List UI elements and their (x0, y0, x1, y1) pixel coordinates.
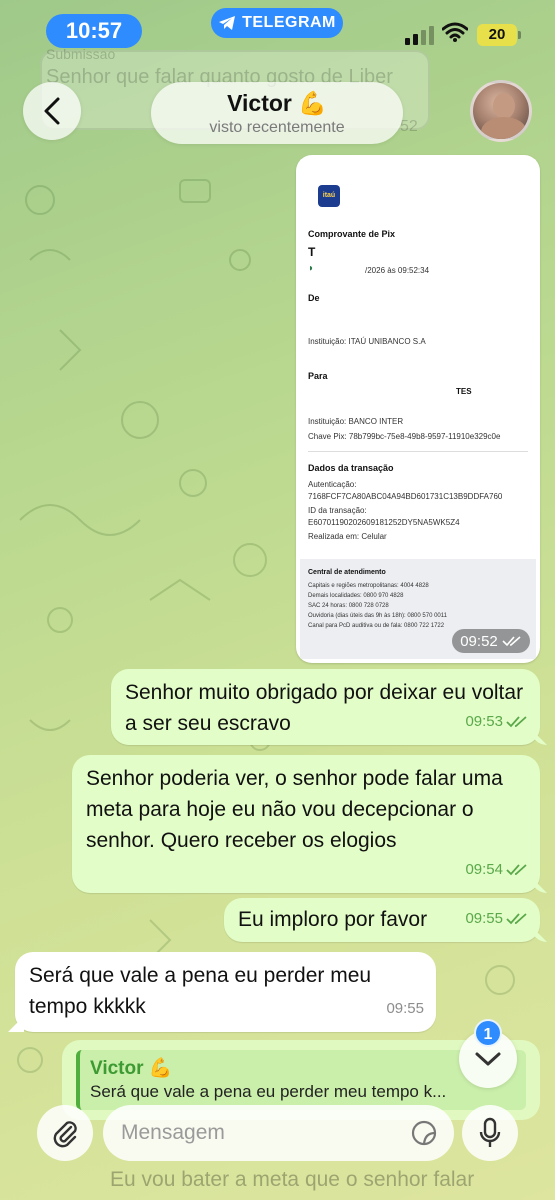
avatar-head (493, 93, 515, 119)
receipt-image-message[interactable]: itaú Comprovante de Pix T /2026 às 09:52… (296, 155, 540, 663)
signal-icon (405, 26, 434, 45)
receipt-to-name: TES (456, 387, 472, 396)
message-time: 09:53 (465, 713, 503, 730)
incoming-message[interactable]: Será que vale a pena eu perder meu tempo… (8, 952, 436, 1032)
double-check-icon (506, 864, 527, 876)
attach-button[interactable] (37, 1105, 93, 1161)
chevron-down-icon (475, 1052, 501, 1066)
message-meta: 09:55 (386, 993, 424, 1024)
telegram-return-pill[interactable]: TELEGRAM (211, 8, 343, 38)
chat-title[interactable]: Victor 💪 visto recentemente (151, 82, 403, 144)
receipt-date: /2026 às 09:52:34 (365, 266, 430, 275)
message-meta: 09:55 (465, 903, 528, 934)
double-check-icon (506, 913, 527, 925)
message-text: Senhor muito obrigado por deixar eu volt… (125, 681, 524, 735)
sticker-icon[interactable] (410, 1119, 438, 1147)
battery-indicator: 20 (477, 24, 521, 46)
quoted-text: Será que vale a pena eu perder meu tempo… (90, 1082, 447, 1101)
message-time: 09:55 (386, 1000, 424, 1017)
outgoing-message[interactable]: Eu imploro por favor 09:55 (224, 898, 547, 942)
receipt-from-institution: Instituição: ITAÚ UNIBANCO S.A (308, 337, 426, 346)
back-button[interactable] (23, 82, 81, 140)
receipt-made-in: Realizada em: Celular (308, 532, 387, 541)
message-time: 09:55 (465, 910, 503, 927)
outgoing-message[interactable]: Senhor poderia ver, o senhor pode falar … (72, 755, 547, 893)
receipt-footer-line: Demais localidades: 0800 970 4828 (308, 593, 404, 599)
bubble-tail (8, 1016, 24, 1032)
message-text: Senhor poderia ver, o senhor pode falar … (86, 767, 503, 852)
double-check-icon (502, 636, 521, 647)
message-input-container[interactable] (103, 1105, 454, 1161)
receipt-leaf-icon: ◗ (308, 263, 315, 274)
microphone-icon (479, 1117, 501, 1147)
outgoing-message[interactable]: Senhor muito obrigado por deixar eu volt… (111, 669, 547, 745)
paperclip-icon (53, 1121, 77, 1148)
contact-name: Victor 💪 (227, 90, 327, 116)
bubble-tail (531, 729, 547, 745)
receipt-tx-title: Dados da transação (308, 463, 394, 473)
faded-next-message: Eu vou bater a meta que o senhor falar (110, 1168, 475, 1191)
receipt-to-label: Para (308, 371, 328, 381)
receipt-from-label: De (308, 293, 320, 303)
receipt-txid-value: E60701190202609181252DY5NA5WK5Z4 (308, 518, 460, 527)
message-text: Eu imploro por favor (238, 908, 428, 931)
telegram-plane-icon (219, 16, 236, 30)
receipt-divider (308, 451, 528, 452)
receipt-footer-line: Canal para PcD auditiva ou de fala: 0800… (308, 623, 445, 629)
clock: 10:57 (46, 14, 142, 48)
message-meta: 09:53 (465, 706, 528, 737)
faded-label: Submissao (46, 46, 116, 62)
receipt-auth-label: Autenticação: (308, 480, 357, 489)
itau-logo: itaú (318, 185, 340, 207)
voice-record-button[interactable] (462, 1105, 518, 1161)
receipt-timestamp: 09:52 (452, 629, 530, 653)
message-time: 09:54 (465, 861, 503, 878)
message-input[interactable] (121, 1105, 401, 1161)
message-meta: 09:54 (465, 854, 528, 885)
double-check-icon (506, 716, 527, 728)
bubble-tail (531, 926, 547, 942)
wifi-icon (442, 22, 468, 42)
avatar-body (481, 117, 527, 139)
app-pill-label: TELEGRAM (242, 14, 336, 31)
quoted-author: Victor 💪 (90, 1058, 173, 1079)
receipt-footer-line: Ouvidoria (dias úteis das 9h às 18h): 08… (308, 613, 447, 619)
receipt-to-institution: Instituição: BANCO INTER (308, 417, 404, 426)
receipt-auth-value: 7168FCF7CA80ABC04A94BD601731C13B9DDFA760 (308, 492, 503, 501)
avatar[interactable] (470, 80, 532, 142)
bubble-tail (531, 877, 547, 893)
message-time: 09:52 (460, 632, 498, 650)
message-text: Será que vale a pena eu perder meu tempo… (29, 964, 372, 1018)
pix-receipt: itaú Comprovante de Pix T /2026 às 09:52… (300, 159, 536, 659)
receipt-footer-line: Capitais e regiões metropolitanas: 4004 … (308, 583, 429, 589)
receipt-pix-key: Chave Pix: 78b799bc-75e8-49b8-9597-11910… (308, 432, 501, 441)
status-bar: 10:57 TELEGRAM 20 (0, 0, 555, 52)
redaction (324, 289, 474, 319)
receipt-txid-label: ID da transação: (308, 506, 367, 515)
back-chevron-icon (44, 97, 60, 125)
unread-count-badge: 1 (474, 1019, 502, 1047)
contact-status: visto recentemente (209, 119, 345, 136)
receipt-footer-title: Central de atendimento (308, 569, 386, 576)
receipt-title: Comprovante de Pix (308, 229, 396, 239)
receipt-footer-line: SAC 24 horas: 0800 728 0728 (308, 603, 389, 609)
receipt-name-fragment: T (308, 245, 316, 259)
